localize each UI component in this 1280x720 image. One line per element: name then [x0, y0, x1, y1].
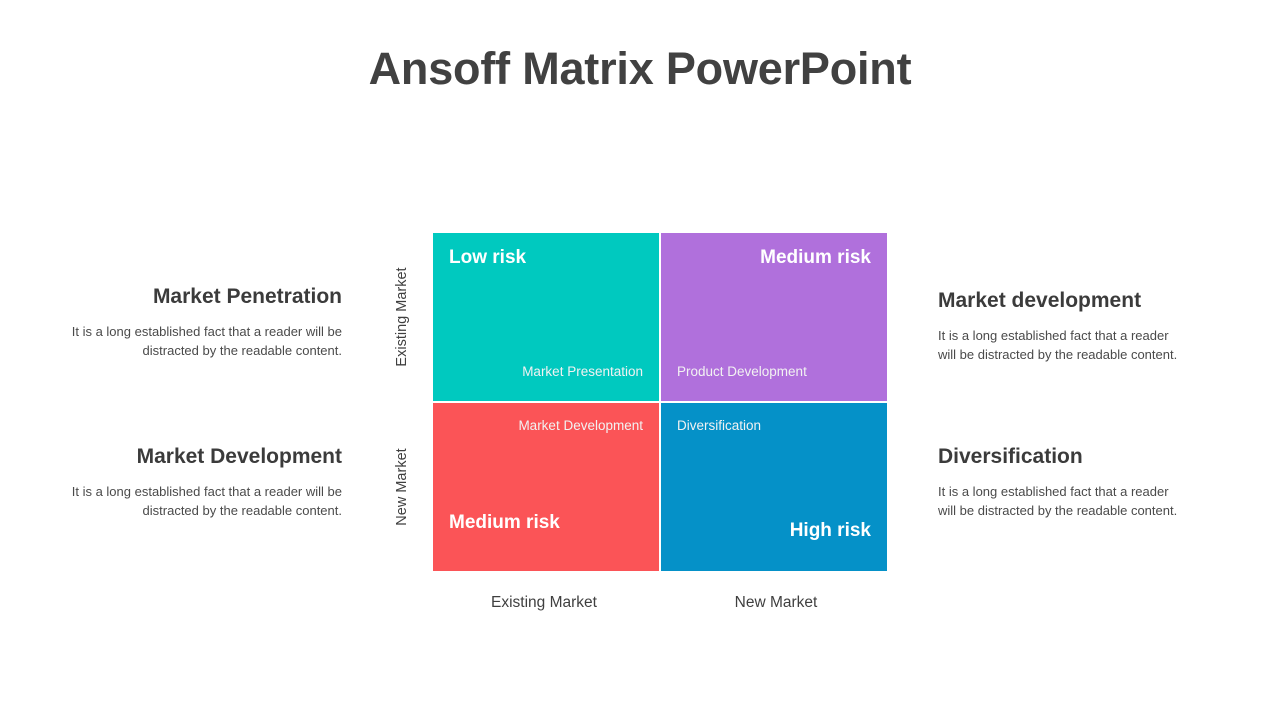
axis-x-label-existing-market: Existing Market	[491, 594, 597, 611]
axis-y-label-existing-market: Existing Market	[394, 267, 410, 367]
strategy-label-diversification: Diversification	[677, 418, 762, 433]
risk-label-high: High risk	[789, 520, 871, 542]
side-block-market-development-right: Market development It is a long establis…	[938, 288, 1238, 365]
side-block-market-development-left: Market Development It is a long establis…	[42, 444, 342, 521]
side-body-market-development-left: It is a long established fact that a rea…	[71, 484, 342, 519]
strategy-label-market-development: Market Development	[518, 418, 643, 433]
ansoff-matrix: Low risk Market Presentation Medium risk…	[433, 233, 887, 571]
quadrant-product-development[interactable]: Medium risk Product Development	[661, 233, 887, 401]
side-body-market-development-right: It is a long established fact that a rea…	[938, 328, 1178, 363]
side-block-diversification: Diversification It is a long established…	[938, 444, 1238, 521]
strategy-label-product-development: Product Development	[677, 363, 807, 379]
strategy-label-market-presentation: Market Presentation	[522, 363, 643, 379]
side-heading-market-development-right: Market development	[938, 289, 1142, 312]
axis-x-label-new-market: New Market	[734, 594, 818, 611]
risk-label-medium-product: Medium risk	[760, 247, 871, 268]
axis-y-label-new-market: New Market	[394, 448, 410, 526]
quadrant-diversification[interactable]: Diversification High risk	[661, 403, 887, 571]
slide-canvas: Ansoff Matrix PowerPoint Market Penetrat…	[0, 0, 1280, 720]
side-heading-market-development-left: Market Development	[136, 445, 342, 468]
side-body-market-penetration: It is a long established fact that a rea…	[71, 324, 342, 359]
side-heading-market-penetration: Market Penetration	[152, 285, 342, 308]
side-block-market-penetration: Market Penetration It is a long establis…	[42, 284, 342, 361]
side-body-diversification: It is a long established fact that a rea…	[938, 484, 1178, 519]
side-heading-diversification: Diversification	[938, 445, 1083, 468]
page-title: Ansoff Matrix PowerPoint	[368, 43, 912, 94]
